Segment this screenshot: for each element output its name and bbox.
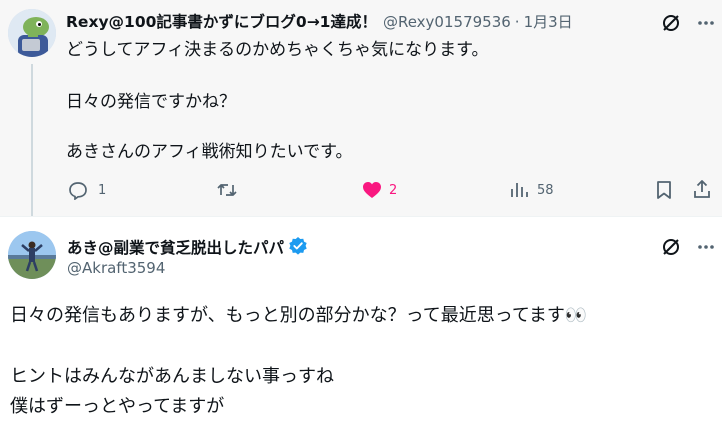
author-name[interactable]: Rexy@100記事書かずにブログ0→1達成！	[66, 10, 377, 32]
thread-connector-line	[31, 64, 33, 216]
author-handle[interactable]: @Akraft3594	[67, 259, 165, 277]
views-icon	[511, 183, 528, 197]
reply-button[interactable]: 1	[68, 180, 106, 200]
views-count: 58	[537, 182, 554, 198]
post-text-line: どうしてアフィ決まるのかめちゃくちゃ気になります。	[66, 40, 489, 60]
grok-icon[interactable]	[660, 236, 682, 258]
like-count: 2	[389, 182, 398, 198]
bookmark-button[interactable]	[655, 180, 673, 200]
reply-icon	[69, 182, 87, 200]
post-header: あき@副業で貧乏脱出したパパ	[67, 233, 308, 258]
avatar[interactable]	[8, 231, 56, 279]
verified-badge-icon[interactable]	[288, 236, 308, 260]
avatar[interactable]	[8, 9, 56, 57]
post-date[interactable]: 1月3日	[524, 11, 573, 32]
post-text-line: あきさんのアフィ戦術知りたいです。	[66, 142, 353, 162]
post-text-line: 日々の発信ですかね？	[66, 92, 236, 112]
share-icon	[694, 180, 710, 198]
separator-dot: ·	[514, 13, 520, 31]
post-header: Rexy@100記事書かずにブログ0→1達成！ @Rexy01579536 · …	[66, 10, 573, 32]
reply-count: 1	[98, 182, 107, 198]
post-text-line: ヒントはみんながあんましない事っすね	[10, 366, 334, 387]
repost-icon	[217, 184, 237, 196]
author-handle[interactable]: @Rexy01579536	[383, 13, 511, 31]
grok-icon[interactable]	[660, 12, 682, 34]
post-divider	[0, 216, 722, 217]
views-button[interactable]: 58	[509, 180, 554, 200]
bookmark-icon	[657, 181, 671, 199]
post-text-line: 日々の発信もありますが、もっと別の部分かな？って最近思ってます👀	[10, 305, 588, 326]
more-options-icon[interactable]	[695, 236, 717, 258]
person-photo-avatar-icon	[8, 231, 56, 279]
heart-icon	[363, 182, 381, 198]
more-options-icon[interactable]	[695, 12, 717, 34]
repost-button[interactable]	[216, 180, 238, 200]
dinosaur-avatar-icon	[8, 9, 56, 57]
share-button[interactable]	[692, 179, 712, 199]
author-name[interactable]: あき@副業で貧乏脱出したパパ	[67, 236, 284, 258]
post-text-line: 僕はずーっとやってますが	[10, 396, 225, 417]
original-post[interactable]: Rexy@100記事書かずにブログ0→1達成！ @Rexy01579536 · …	[0, 0, 722, 216]
like-button[interactable]: 2	[361, 180, 397, 200]
